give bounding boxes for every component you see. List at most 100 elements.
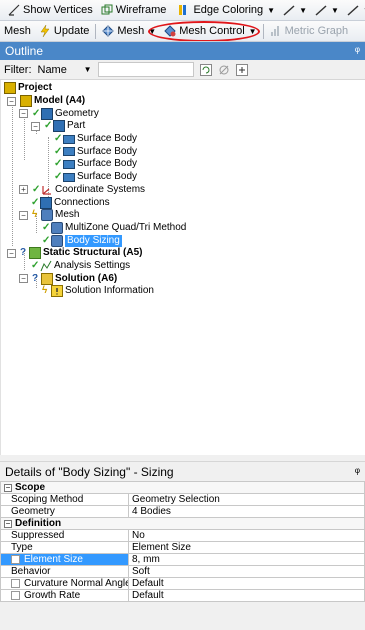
tree-node-solution-information[interactable]: ϟ Solution Information [1, 285, 365, 298]
collapse-toggle[interactable]: − [7, 96, 16, 106]
collapse-toggle[interactable]: − [19, 109, 28, 119]
group-label: Scope [15, 482, 46, 493]
tree-node-surface-body[interactable]: ✓ Surface Body [1, 133, 365, 146]
mesh-toolbar: Mesh Update Mesh ▼ Mesh Control ▼ Metric… [0, 21, 365, 42]
outline-header: Outline ᵠ [0, 42, 365, 60]
details-group-scope[interactable]: − Scope [0, 481, 365, 494]
collapse-toggle[interactable]: − [7, 248, 16, 258]
property-value[interactable]: Default [128, 589, 365, 602]
collapse-toggle[interactable]: − [4, 520, 12, 528]
tree-label: Project [18, 82, 52, 94]
property-value[interactable]: Soft [128, 565, 365, 578]
property-name-text: Growth Rate [24, 590, 81, 601]
chevron-down-icon: ▼ [83, 65, 92, 74]
details-row[interactable]: Behavior Soft [0, 565, 365, 578]
collapse-toggle[interactable]: − [4, 484, 12, 492]
pin-icon[interactable]: ᵠ [355, 465, 360, 479]
edge-display-dropdown-1[interactable]: ▼ [279, 1, 311, 20]
parameter-checkbox[interactable] [11, 578, 20, 588]
details-group-definition[interactable]: − Definition [0, 517, 365, 530]
tree-label: Mesh [55, 209, 80, 221]
metric-graph-button[interactable]: Metric Graph [266, 22, 353, 41]
tree-node-part[interactable]: − ✓ Part [1, 120, 365, 133]
part-icon [53, 120, 65, 133]
checkmark-icon: ✓ [54, 133, 63, 145]
refresh-filter-icon[interactable] [199, 63, 212, 76]
property-name: Suppressed [0, 529, 129, 542]
property-value[interactable]: Default [128, 577, 365, 590]
expand-all-icon[interactable] [235, 63, 248, 76]
property-value[interactable]: Geometry Selection [128, 493, 365, 506]
details-row-selected[interactable]: Element Size 8, mm [0, 553, 365, 566]
expand-toggle[interactable]: + [19, 185, 28, 195]
property-name: Geometry [0, 505, 129, 518]
lightning-status-icon: ϟ [42, 285, 48, 297]
chevron-down-icon: ▼ [267, 5, 276, 15]
show-vertices-label: Show Vertices [23, 4, 93, 16]
edge-display-dropdown-2[interactable]: ▼ [311, 1, 343, 20]
property-value[interactable]: 8, mm [128, 553, 365, 566]
tree-node-surface-body[interactable]: ✓ Surface Body [1, 171, 365, 184]
checkmark-icon: ✓ [31, 259, 40, 271]
details-row[interactable]: Type Element Size [0, 541, 365, 554]
details-row[interactable]: Growth Rate Default [0, 589, 365, 602]
filter-select[interactable]: Name ▼ [38, 64, 92, 76]
tree-node-mesh[interactable]: − ϟ Mesh [1, 209, 365, 222]
tree-node-multizone[interactable]: ✓ MultiZone Quad/Tri Method [1, 221, 365, 235]
edge-display-icon [347, 4, 359, 16]
clear-filter-icon[interactable] [218, 64, 230, 76]
filter-bar: Filter: Name ▼ [0, 60, 365, 80]
mesh-menu-button[interactable]: Mesh ▼ [98, 22, 160, 41]
tree-node-geometry[interactable]: − ✓ Geometry [1, 107, 365, 120]
tree-label: Static Structural (A5) [43, 247, 143, 259]
edge-coloring-label: Edge Coloring [193, 4, 264, 16]
tree-node-surface-body[interactable]: ✓ Surface Body [1, 158, 365, 171]
details-row[interactable]: Scoping Method Geometry Selection [0, 493, 365, 506]
display-toolbar: Show Vertices Wireframe Edge Coloring ▼ … [0, 0, 365, 21]
question-status-icon: ? [32, 272, 39, 284]
tree-label: Geometry [55, 107, 99, 119]
wireframe-button[interactable]: Wireframe [97, 1, 171, 20]
property-value[interactable]: 4 Bodies [128, 505, 365, 518]
project-icon [4, 82, 16, 95]
property-name-text: Element Size [24, 554, 83, 565]
lightning-status-icon: ϟ [32, 209, 38, 221]
tree-node-model[interactable]: − Model (A4) [1, 95, 365, 108]
edge-coloring-button[interactable]: Edge Coloring ▼ [174, 1, 279, 20]
details-grid: − Scope Scoping Method Geometry Selection… [0, 481, 365, 602]
details-row[interactable]: Suppressed No [0, 529, 365, 542]
show-vertices-button[interactable]: Show Vertices [4, 1, 97, 20]
tree-label: Model (A4) [34, 95, 86, 107]
details-row[interactable]: Curvature Normal Angle Default [0, 577, 365, 590]
edge-display-dropdown-3[interactable]: ▼ [343, 1, 365, 20]
tree-node-project[interactable]: Project [1, 82, 365, 95]
filter-input[interactable] [97, 62, 194, 77]
edge-coloring-icon [178, 4, 190, 16]
mesh-control-button[interactable]: Mesh Control ▼ [160, 22, 260, 41]
pin-icon[interactable]: ᵠ [355, 44, 360, 58]
parameter-checkbox[interactable] [11, 554, 20, 564]
update-button[interactable]: Update [35, 22, 93, 41]
tree-node-surface-body[interactable]: ✓ Surface Body [1, 145, 365, 158]
tree-node-coordinate-systems[interactable]: + ✓ Coordinate Systems [1, 184, 365, 197]
surface-body-icon [63, 134, 75, 144]
mesh-control-icon [164, 25, 176, 37]
checkmark-icon: ✓ [31, 196, 40, 208]
edge-display-icon [283, 4, 295, 16]
lightning-icon [39, 24, 51, 38]
collapse-toggle[interactable]: − [31, 121, 40, 131]
parameter-checkbox[interactable] [11, 590, 20, 600]
tree-node-static-structural[interactable]: − ? Static Structural (A5) [1, 247, 365, 260]
tree-node-body-sizing[interactable]: ✓ Body Sizing [1, 234, 365, 247]
collapse-toggle[interactable]: − [19, 274, 28, 284]
details-row[interactable]: Geometry 4 Bodies [0, 505, 365, 518]
checkmark-icon: ✓ [42, 221, 51, 233]
checkmark-icon: ✓ [32, 107, 41, 119]
tree-node-connections[interactable]: ✓ Connections [1, 196, 365, 209]
tree-node-solution[interactable]: − ? Solution (A6) [1, 272, 365, 285]
mesh-toolbar-label: Mesh [0, 22, 35, 41]
collapse-toggle[interactable]: − [19, 210, 28, 220]
property-value[interactable]: No [128, 529, 365, 542]
tree-node-analysis-settings[interactable]: ✓ Analysis Settings [1, 260, 365, 273]
property-value[interactable]: Element Size [128, 541, 365, 554]
